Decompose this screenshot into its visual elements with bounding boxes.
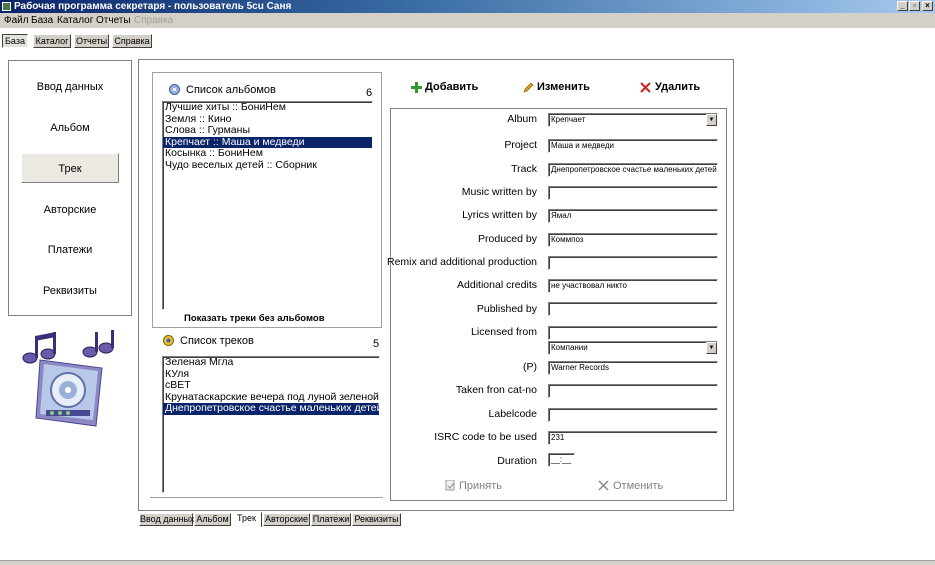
tab-payments[interactable]: Платежи <box>311 513 351 526</box>
isrc-label: ISRC code to be used <box>434 431 537 443</box>
menu-base[interactable]: База <box>31 14 53 27</box>
track-field[interactable]: Днепропетровское счастье маленьких детей <box>548 163 718 177</box>
companies-select-value: Компании <box>551 343 588 352</box>
track-list-item[interactable]: КУля <box>163 368 379 381</box>
tab-data-entry[interactable]: Ввод данных <box>139 513 194 526</box>
track-list-icon <box>163 335 174 349</box>
nav-item-payments[interactable]: Платежи <box>21 235 119 265</box>
labelcode-field[interactable] <box>548 408 718 422</box>
lyrics-written-by-field[interactable]: Ямал <box>548 209 718 223</box>
title-bar: Рабочая программа секретаря - пользовате… <box>0 0 935 13</box>
labelcode-label: Labelcode <box>488 408 537 420</box>
cat-no-label: Taken fron cat-no <box>455 384 537 396</box>
nav-item-requisites[interactable]: Реквизиты <box>21 276 119 306</box>
music-written-by-field[interactable] <box>548 186 718 200</box>
menu-catalog[interactable]: Каталог <box>57 14 93 27</box>
toolbar-reports-button[interactable]: Отчеты <box>74 34 109 48</box>
isrc-field[interactable]: 231 <box>548 431 718 445</box>
toolbar: База Каталог Отчеты Справка <box>0 28 935 56</box>
close-button[interactable]: × <box>922 1 933 11</box>
remix-label: Remix and additional production <box>387 256 538 268</box>
edit-pencil-icon <box>523 82 534 96</box>
tracks-list-title: Список треков <box>180 335 254 347</box>
album-label: Album <box>507 113 537 125</box>
album-select[interactable]: Крепчает ▼ <box>548 113 718 127</box>
cancel-button[interactable]: Отменить <box>613 480 663 492</box>
add-button[interactable]: Добавить <box>425 81 478 93</box>
disc-icon <box>169 84 180 98</box>
menu-bar: Файл База Каталог Отчеты Справка <box>0 13 935 28</box>
licensed-from-field[interactable] <box>548 326 718 340</box>
menu-file[interactable]: Файл <box>4 14 29 27</box>
p-field[interactable]: Warner Records <box>548 361 718 375</box>
toolbar-catalog-button[interactable]: Каталог <box>33 34 71 48</box>
album-list-item[interactable]: Лучшие хиты :: БониНем <box>163 102 372 114</box>
additional-credits-label: Additional credits <box>457 279 537 291</box>
duration-label: Duration <box>497 455 537 467</box>
album-list-item[interactable]: Косынка :: БониНем <box>163 147 372 160</box>
produced-by-label: Produced by <box>478 233 537 245</box>
companies-select[interactable]: Компании ▼ <box>548 341 718 355</box>
music-note-icon-right <box>82 330 114 358</box>
nav-item-album[interactable]: Альбом <box>21 113 119 143</box>
delete-button[interactable]: Удалить <box>655 81 700 93</box>
produced-by-field[interactable]: Коммпоз <box>548 233 718 247</box>
menu-reports[interactable]: Отчеты <box>96 14 131 27</box>
album-list-item[interactable]: Чудо веселых детей :: Сборник <box>163 159 372 172</box>
show-tracks-without-albums-link[interactable]: Показать треки без альбомов <box>184 313 325 324</box>
album-select-value: Крепчает <box>551 115 586 124</box>
media-player-icon <box>35 359 103 427</box>
add-icon <box>411 82 422 96</box>
app-icon <box>2 2 11 11</box>
maximize-button[interactable]: ▫ <box>909 1 920 11</box>
toolbar-base-button[interactable]: База <box>2 34 28 48</box>
track-list-item[interactable]: сВЕТ <box>163 379 379 392</box>
cat-no-field[interactable] <box>548 384 718 398</box>
tab-authors[interactable]: Авторские <box>263 513 310 526</box>
minimize-button[interactable]: _ <box>897 1 908 11</box>
lyrics-written-by-label: Lyrics written by <box>462 209 537 221</box>
cancel-icon <box>598 480 609 494</box>
music-written-by-label: Music written by <box>461 186 537 198</box>
published-by-label: Published by <box>476 303 537 315</box>
accept-button[interactable]: Принять <box>459 480 502 492</box>
duration-field[interactable]: __:__ <box>548 453 575 467</box>
additional-credits-field[interactable]: не участвовал никто <box>548 279 718 293</box>
album-list-item[interactable]: Слова :: Гурманы <box>163 124 372 137</box>
edit-button[interactable]: Изменить <box>537 81 590 93</box>
left-nav: Ввод данных Альбом Трек Авторские Платеж… <box>8 60 132 316</box>
licensed-from-label: Licensed from <box>471 326 537 338</box>
albums-listbox[interactable]: Лучшие хиты :: БониНем Земля :: Кино Сло… <box>162 101 373 310</box>
nav-item-data-entry[interactable]: Ввод данных <box>21 72 119 102</box>
albums-count: 6 <box>366 87 373 99</box>
chevron-down-icon[interactable]: ▼ <box>706 114 717 126</box>
menu-help[interactable]: Справка <box>134 14 173 27</box>
nav-item-track[interactable]: Трек <box>21 153 119 183</box>
tracks-listbox[interactable]: Зеленая Мгла КУля сВЕТ Крунатаскарские в… <box>162 356 380 493</box>
accept-icon <box>445 479 456 494</box>
track-list-item-selected[interactable]: Днепропетровское счастье маленьких детей <box>163 402 379 415</box>
status-bar <box>0 560 935 565</box>
window-title: Рабочая программа секретаря - пользовате… <box>14 1 292 12</box>
p-label: (P) <box>523 361 537 373</box>
tab-requisites[interactable]: Реквизиты <box>352 513 401 526</box>
toolbar-help-button[interactable]: Справка <box>112 34 152 48</box>
nav-item-authors[interactable]: Авторские <box>21 195 119 225</box>
chevron-down-icon[interactable]: ▼ <box>706 342 717 354</box>
track-list-item[interactable]: Зеленая Мгла <box>163 357 379 369</box>
albums-list-title: Список альбомов <box>186 84 276 96</box>
delete-icon <box>640 82 651 96</box>
music-note-icon-left <box>22 332 56 364</box>
published-by-field[interactable] <box>548 302 718 316</box>
track-label: Track <box>511 163 537 175</box>
remix-field[interactable] <box>548 256 718 270</box>
project-label: Project <box>504 139 537 151</box>
music-app-logo <box>18 330 118 430</box>
tab-track[interactable]: Трек <box>231 512 262 527</box>
project-field[interactable]: Маша и медведи <box>548 139 718 153</box>
tracks-panel-divider <box>150 497 383 498</box>
tab-album[interactable]: Альбом <box>194 513 231 526</box>
tracks-count: 5 <box>373 338 380 350</box>
